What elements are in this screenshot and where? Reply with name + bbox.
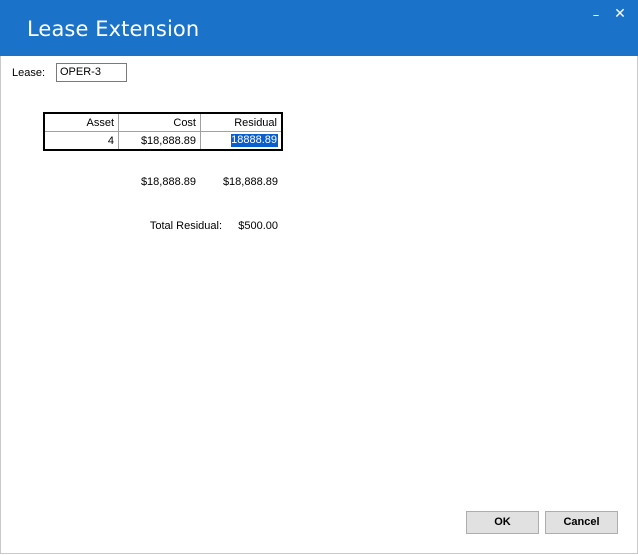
lease-extension-dialog: [0, 0, 638, 554]
close-icon[interactable]: ✕: [612, 6, 628, 22]
total-residual-value: $500.00: [238, 220, 278, 232]
lease-field[interactable]: OPER-3: [56, 63, 127, 82]
lease-label: Lease:: [12, 67, 46, 79]
cost-total: $18,888.89: [140, 176, 196, 188]
residual-total: $18,888.89: [222, 176, 278, 188]
cell-asset[interactable]: 4: [45, 133, 118, 149]
total-residual-label: Total Residual:: [149, 220, 222, 232]
residual-edit-field[interactable]: 18888.89: [231, 134, 278, 147]
column-header-asset[interactable]: Asset: [45, 115, 118, 131]
grid-header-divider: [45, 131, 281, 132]
title-bar[interactable]: Lease Extension – ✕: [0, 0, 638, 56]
cancel-button[interactable]: Cancel: [545, 511, 618, 534]
minimize-icon[interactable]: –: [588, 8, 604, 24]
column-header-residual[interactable]: Residual: [201, 115, 281, 131]
cell-cost[interactable]: $18,888.89: [119, 133, 200, 149]
window-title: Lease Extension: [27, 17, 200, 41]
ok-button[interactable]: OK: [466, 511, 539, 534]
column-header-cost[interactable]: Cost: [119, 115, 200, 131]
